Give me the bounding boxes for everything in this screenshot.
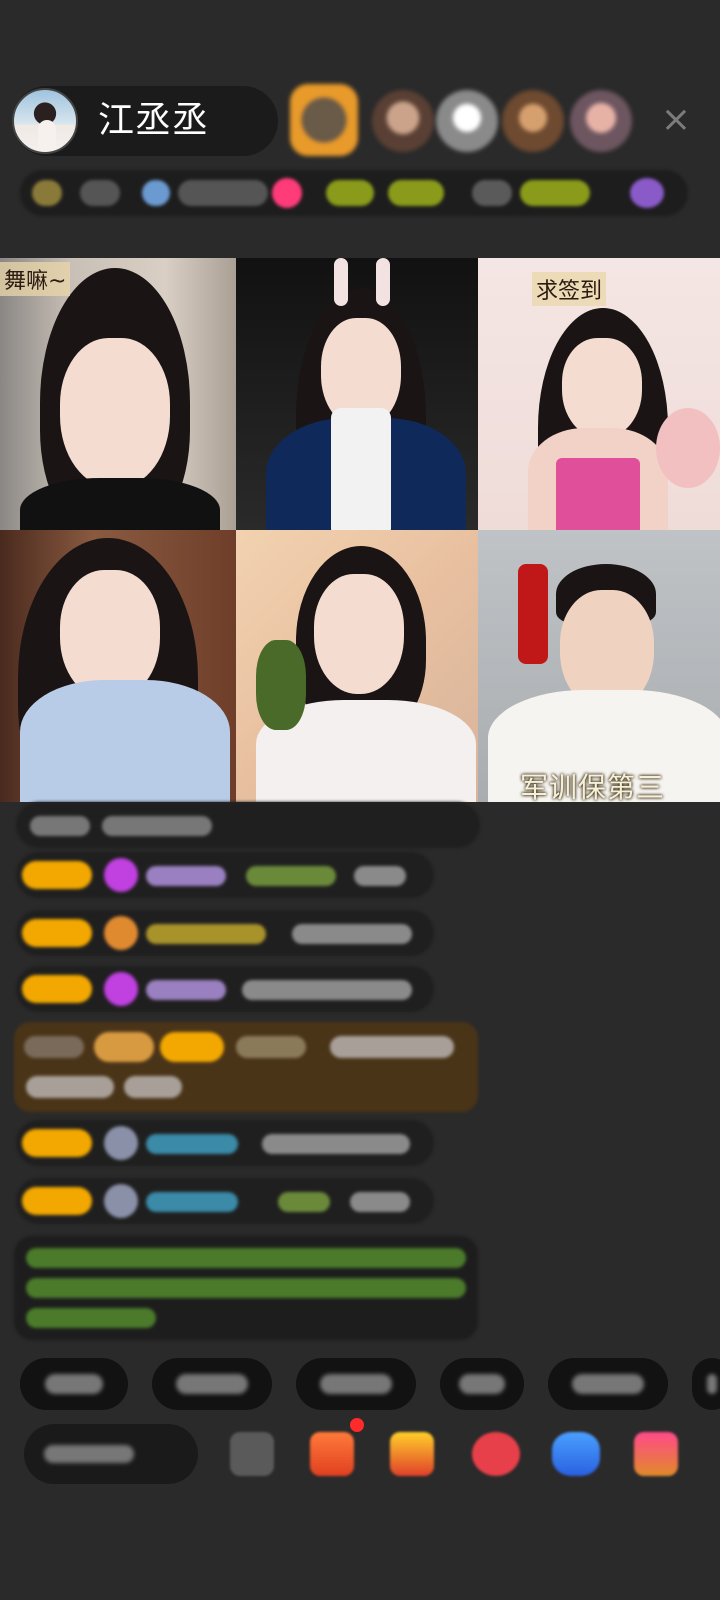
- video-tile[interactable]: 求签到: [478, 258, 720, 530]
- chat-message[interactable]: [16, 966, 434, 1012]
- host-name: 江丞丞: [98, 100, 210, 141]
- room-info-strip[interactable]: [20, 170, 688, 216]
- video-tile[interactable]: [236, 258, 478, 530]
- quick-reply-button[interactable]: [548, 1358, 668, 1410]
- quick-reply-button[interactable]: [440, 1358, 524, 1410]
- gift-message[interactable]: [14, 1022, 478, 1112]
- video-tile[interactable]: 舞嘛~: [0, 258, 236, 530]
- viewer-avatar[interactable]: [502, 90, 564, 152]
- chat-message[interactable]: [16, 1120, 434, 1166]
- treasure-icon[interactable]: [390, 1432, 434, 1476]
- host-info-pill[interactable]: 江丞丞: [12, 86, 278, 156]
- video-tile[interactable]: [236, 530, 478, 802]
- quick-reply-button[interactable]: [20, 1358, 128, 1410]
- notification-dot: [350, 1418, 364, 1432]
- chat-message[interactable]: [16, 1178, 434, 1224]
- game-icon[interactable]: [552, 1432, 600, 1476]
- gift-icon[interactable]: [634, 1432, 678, 1476]
- viewer-avatar[interactable]: [372, 90, 434, 152]
- close-icon[interactable]: ×: [654, 98, 698, 142]
- video-tile[interactable]: 军训保第三: [478, 530, 720, 802]
- quick-reply-button[interactable]: [692, 1358, 720, 1410]
- red-packet-icon[interactable]: [472, 1432, 520, 1476]
- host-avatar[interactable]: [12, 88, 78, 154]
- emoji-icon[interactable]: [230, 1432, 274, 1476]
- chat-message[interactable]: [16, 852, 434, 898]
- system-notice: [14, 1236, 478, 1340]
- top-viewer-avatar[interactable]: [290, 84, 358, 156]
- viewer-avatar[interactable]: [436, 90, 498, 152]
- video-tile[interactable]: [0, 530, 236, 802]
- quick-reply-button[interactable]: [152, 1358, 272, 1410]
- video-grid: 舞嘛~ 求签到 军训保第三: [0, 258, 720, 802]
- chat-message[interactable]: [16, 910, 434, 956]
- tile-label: 求签到: [532, 272, 607, 306]
- quick-reply-button[interactable]: [296, 1358, 416, 1410]
- viewer-avatar[interactable]: [570, 90, 632, 152]
- chat-message[interactable]: [16, 802, 480, 848]
- tile-label: 舞嘛~: [0, 262, 71, 296]
- gift-box-icon[interactable]: [310, 1432, 354, 1476]
- chat-input[interactable]: [24, 1424, 198, 1484]
- tile-caption: 军训保第三: [520, 771, 666, 802]
